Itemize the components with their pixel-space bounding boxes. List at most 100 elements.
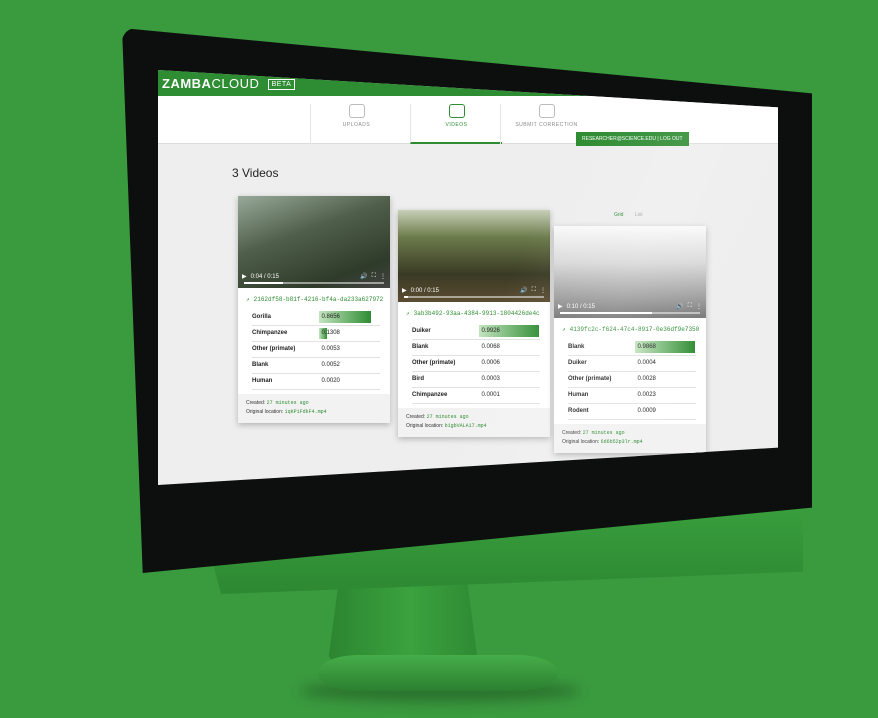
video-player[interactable]: ▶ 0:04 / 0:15 🔊 ⛶ ⋮ <box>238 196 390 288</box>
score-cell: 0.0003 <box>478 371 540 388</box>
play-icon[interactable]: ▶ <box>558 303 563 310</box>
score-cell: 0.0006 <box>478 355 540 372</box>
external-link-icon: ↗ <box>246 296 250 303</box>
tab-videos[interactable]: VIDEOS <box>410 104 502 144</box>
table-row: Chimpanzee 0.1308 <box>252 325 380 342</box>
fullscreen-icon[interactable]: ⛶ <box>372 273 376 280</box>
play-icon <box>448 104 465 118</box>
score-cell: 0.0053 <box>318 341 380 358</box>
upload-cloud-icon <box>348 104 365 118</box>
video-id-link[interactable]: ↗ 3ab3b492-93aa-4384-9913-1804426de4c <box>398 302 550 323</box>
video-id-link[interactable]: ↗ 2162df58-b81f-4216-bf4a-da233a627972 <box>238 288 390 309</box>
table-row: Chimpanzee 0.0001 <box>412 387 540 404</box>
score-value: 0.0053 <box>321 346 340 352</box>
score-value: 0.1308 <box>321 330 340 336</box>
score-value: 0.0020 <box>321 378 340 384</box>
species-label: Duiker <box>412 323 479 340</box>
brand-name-bold: ZAMBA <box>162 76 212 91</box>
beta-badge: BETA <box>267 79 296 91</box>
location-label: Original location: <box>406 422 444 429</box>
created-value: 27 minutes ago <box>266 399 309 406</box>
table-row: Human 0.0020 <box>252 373 380 390</box>
table-row: Bird 0.0003 <box>412 371 540 388</box>
table-row: Blank 0.9868 <box>568 339 696 356</box>
seek-bar[interactable] <box>244 282 384 284</box>
monitor: ZAMBACLOUD BETA UPLOADS VIDEOS SUBMIT CO… <box>0 0 878 718</box>
score-value: 0.0004 <box>637 360 656 366</box>
table-row: Blank 0.0052 <box>252 357 380 374</box>
brand-logo[interactable]: ZAMBACLOUD BETA <box>162 76 296 91</box>
score-value: 0.9926 <box>481 327 500 334</box>
seek-bar[interactable] <box>560 312 700 314</box>
table-row: Other (primate) 0.0028 <box>568 371 696 388</box>
score-value: 0.0009 <box>637 408 656 414</box>
location-value: b1gbVALA17.mp4 <box>444 422 487 429</box>
score-cell: 0.0001 <box>478 387 540 404</box>
video-controls: ▶ 0:10 / 0:15 🔊 ⛶ ⋮ <box>558 303 702 310</box>
species-label: Blank <box>412 339 479 356</box>
video-time: 0:00 / 0:15 <box>410 287 439 294</box>
more-options-icon[interactable]: ⋮ <box>380 273 386 280</box>
app-screen: ZAMBACLOUD BETA UPLOADS VIDEOS SUBMIT CO… <box>158 70 778 485</box>
score-value: 0.0028 <box>637 376 656 382</box>
view-toggle: Grid List <box>614 212 653 218</box>
more-options-icon[interactable]: ⋮ <box>696 303 702 310</box>
score-cell: 0.9868 <box>634 339 696 356</box>
tab-uploads-label: UPLOADS <box>342 122 371 128</box>
video-card: ▶ 0:00 / 0:15 🔊 ⛶ ⋮ ↗ 3ab3b492-93aa-4384-… <box>398 210 550 437</box>
video-time: 0:04 / 0:15 <box>250 273 279 280</box>
video-id-link[interactable]: ↗ 4139fc2c-f624-47c4-8917-0e36df9e7350 <box>554 318 706 339</box>
species-label: Rodent <box>568 403 635 420</box>
user-email[interactable]: RESEARCHER@SCIENCE.EDU <box>582 136 656 142</box>
score-cell: 0.8656 <box>318 309 380 326</box>
species-label: Bird <box>412 371 479 388</box>
location-value: 1qKP1FdkF4.mp4 <box>284 408 327 415</box>
volume-icon[interactable]: 🔊 <box>520 287 527 294</box>
species-label: Blank <box>568 339 635 356</box>
video-controls: ▶ 0:04 / 0:15 🔊 ⛶ ⋮ <box>242 273 386 280</box>
tab-submit-correction-label: SUBMIT CORRECTION <box>515 122 578 128</box>
logout-link[interactable]: LOG OUT <box>660 136 683 142</box>
table-row: Gorilla 0.8656 <box>252 309 380 326</box>
volume-icon[interactable]: 🔊 <box>676 303 683 310</box>
fullscreen-icon[interactable]: ⛶ <box>688 303 692 310</box>
score-value: 0.0023 <box>637 392 656 398</box>
grid-view-button[interactable]: Grid <box>614 212 623 218</box>
tab-uploads[interactable]: UPLOADS <box>310 104 402 144</box>
play-icon[interactable]: ▶ <box>242 273 247 280</box>
video-player[interactable]: ▶ 0:00 / 0:15 🔊 ⛶ ⋮ <box>398 210 550 302</box>
more-options-icon[interactable]: ⋮ <box>540 287 546 294</box>
species-label: Other (primate) <box>412 355 479 372</box>
prediction-table: Blank 0.9868 Duiker 0.0004 Other (primate)… <box>568 339 696 420</box>
user-bar: RESEARCHER@SCIENCE.EDU | LOG OUT <box>576 132 689 146</box>
video-card: ▶ 0:04 / 0:15 🔊 ⛶ ⋮ ↗ 2162df58-b81f-4216-… <box>238 196 390 423</box>
video-meta: Created: 27 minutes ago Original locatio… <box>238 393 390 423</box>
score-value: 0.0052 <box>321 362 340 368</box>
score-cell: 0.0004 <box>634 355 696 372</box>
list-view-button[interactable]: List <box>635 212 643 218</box>
table-row: Human 0.0023 <box>568 387 696 404</box>
species-label: Other (primate) <box>252 341 319 358</box>
video-player[interactable]: ▶ 0:10 / 0:15 🔊 ⛶ ⋮ <box>554 226 706 318</box>
score-cell: 0.9926 <box>478 323 540 340</box>
species-label: Chimpanzee <box>412 387 479 404</box>
video-card: ▶ 0:10 / 0:15 🔊 ⛶ ⋮ ↗ 4139fc2c-f624-47c4-… <box>554 226 706 453</box>
location-value: 6d6b52p3lr.mp4 <box>600 438 643 445</box>
location-label: Original location: <box>246 408 284 415</box>
video-controls: ▶ 0:00 / 0:15 🔊 ⛶ ⋮ <box>402 287 546 294</box>
play-icon[interactable]: ▶ <box>402 287 407 294</box>
table-row: Rodent 0.0009 <box>568 403 696 420</box>
fullscreen-icon[interactable]: ⛶ <box>532 287 536 294</box>
video-time: 0:10 / 0:15 <box>566 303 595 310</box>
created-label: Created: <box>406 413 426 420</box>
score-cell: 0.0009 <box>634 403 696 420</box>
volume-icon[interactable]: 🔊 <box>360 273 367 280</box>
species-label: Other (primate) <box>568 371 635 388</box>
created-label: Created: <box>562 429 582 436</box>
score-cell: 0.1308 <box>318 325 380 342</box>
table-row: Duiker 0.0004 <box>568 355 696 372</box>
score-value: 0.0006 <box>481 360 500 366</box>
seek-bar[interactable] <box>404 296 544 298</box>
video-id: 3ab3b492-93aa-4384-9913-1804426de4c <box>413 310 540 317</box>
table-row: Blank 0.0068 <box>412 339 540 356</box>
